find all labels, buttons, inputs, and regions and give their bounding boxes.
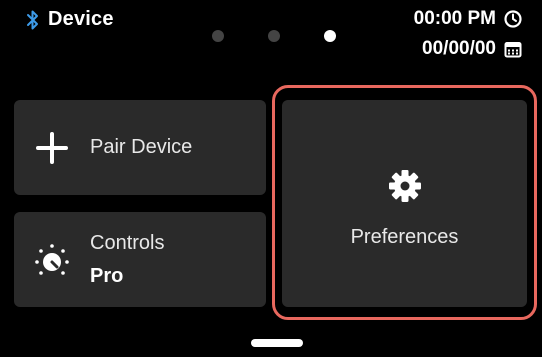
preferences-label: Preferences: [350, 225, 459, 248]
clock-icon: [504, 10, 522, 28]
pair-device-tile[interactable]: Pair Device: [14, 100, 266, 195]
date-text: 00/00/00: [422, 38, 496, 59]
controls-pro-tile[interactable]: Controls Pro: [14, 212, 266, 307]
controls-dial-icon: [14, 240, 90, 280]
status-bar-right: 00:00 PM 00/00/00: [414, 8, 522, 60]
time-row: 00:00 PM: [414, 8, 522, 30]
bluetooth-icon: [26, 9, 40, 31]
home-indicator[interactable]: [251, 339, 303, 347]
page-indicator: [212, 30, 336, 42]
calendar-icon: [504, 40, 522, 58]
device-title: Device: [48, 8, 114, 30]
page-dot-active[interactable]: [324, 30, 336, 42]
page-dot[interactable]: [268, 30, 280, 42]
controls-text: Controls Pro: [90, 232, 164, 288]
plus-icon: [14, 131, 90, 164]
preferences-tile[interactable]: Preferences: [282, 100, 527, 307]
date-row: 00/00/00: [422, 38, 522, 60]
controls-sublabel: Pro: [90, 264, 124, 287]
controls-label: Controls: [90, 231, 165, 254]
time-text: 00:00 PM: [413, 8, 496, 29]
pair-device-label: Pair Device: [90, 136, 193, 158]
gear-icon: [388, 169, 422, 208]
status-bar-left: Device: [26, 8, 114, 31]
page-dot[interactable]: [212, 30, 224, 42]
